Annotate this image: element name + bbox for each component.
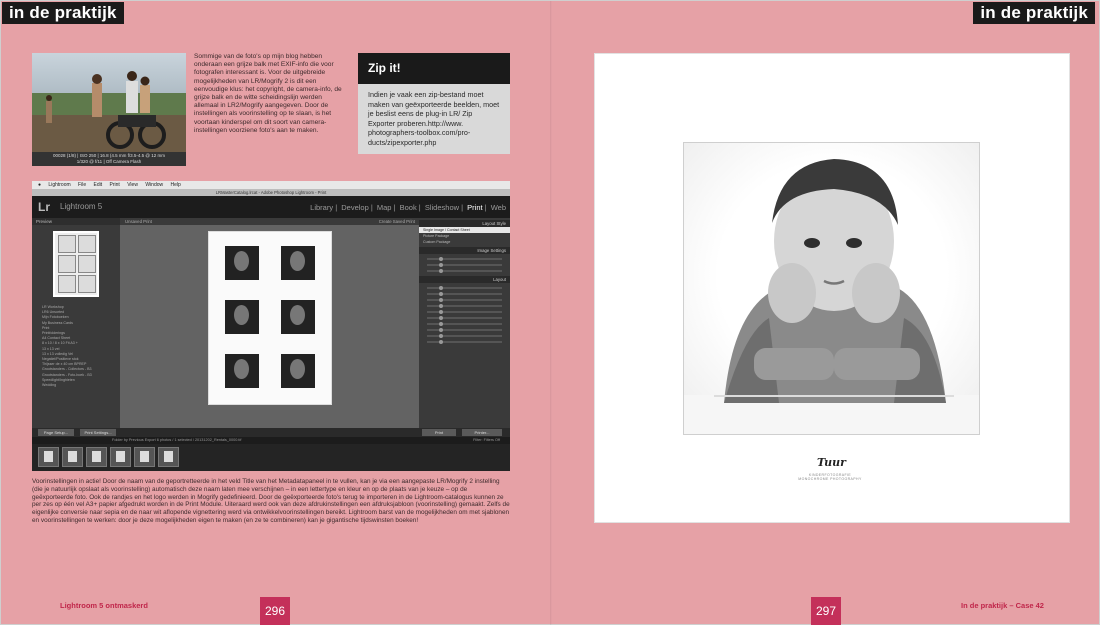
menu-help: Help (170, 182, 181, 188)
contact-sheet-page (208, 231, 332, 405)
filmstrip-thumb (134, 447, 155, 467)
filmstrip-thumb (158, 447, 179, 467)
lr-brand: Lightroom 5 (60, 202, 103, 211)
mac-menubar: ● Lightroom File Edit Print View Window … (32, 181, 510, 189)
menu-edit: Edit (93, 182, 103, 188)
module-slideshow: Slideshow (424, 203, 460, 212)
menu-view: View (127, 182, 138, 188)
grid-slider (427, 310, 502, 314)
filmstrip-thumb (86, 447, 107, 467)
template-browser: LR Workshop LR6 Unsorted Mijn Fotoboeken… (32, 305, 120, 388)
lr-bottom-toolbar: Page Setup... Print Settings... Print Pr… (32, 428, 510, 437)
menu-window: Window (145, 182, 164, 188)
filmstrip-source: Folder by Previous Export 6 photos / 1 s… (112, 438, 242, 442)
page-number-left: 296 (260, 597, 290, 625)
caption-paragraph: Voorinstellingen in actie! Door de naam … (32, 478, 510, 524)
portrait-signature: Tuur (817, 456, 846, 469)
page-gutter (550, 1, 552, 625)
menu-file: File (78, 182, 87, 188)
filmstrip-thumb (62, 447, 83, 467)
module-book: Book (399, 203, 417, 212)
lr-right-panel: Layout Style Single Image / Contact Shee… (419, 218, 510, 428)
studio-line-2: MONOCHROME PHOTOGRAPHY (798, 477, 862, 481)
window-title: LRMasterCatalog.lrcat - Adobe Photoshop … (32, 189, 510, 196)
layout-title: Layout (419, 276, 510, 283)
print-thumb (225, 300, 259, 334)
menu-lightroom: Lightroom (48, 182, 71, 188)
zip-it-sidebar: Zip it! Indien je vaak een zip-bestand m… (358, 53, 510, 154)
grid-slider (427, 316, 502, 320)
spacing-slider (427, 322, 502, 326)
exif-line-1: 00028 (1/8) | ISO 250 | 16.8 (4.5 mm f/3… (53, 153, 165, 158)
zip-it-text: Indien je vaak een zip-bestand moet make… (368, 90, 500, 147)
print-thumb (225, 354, 259, 388)
preview-panel-title: Preview (32, 218, 120, 225)
unsaved-print-label: Unsaved Print (125, 219, 152, 224)
spacing-slider (427, 328, 502, 332)
exif-bar: 00028 (1/8) | ISO 250 | 16.8 (4.5 mm f/3… (32, 152, 186, 166)
print-thumb (281, 354, 315, 388)
filmstrip-thumb (38, 447, 59, 467)
module-print: Print (467, 203, 483, 212)
print-thumb (281, 246, 315, 280)
apple-icon: ● (38, 182, 42, 188)
list-item: Wedding (42, 383, 57, 388)
canvas-title: Unsaved Print Create Saved Print (120, 218, 419, 225)
margin-slider (427, 298, 502, 302)
module-picker: Library | Develop | Map | Book | Slidesh… (310, 203, 506, 212)
margin-slider (427, 304, 502, 308)
margin-slider (427, 292, 502, 296)
setting-slider (427, 257, 502, 261)
example-photo: 00028 (1/8) | ISO 250 | 16.8 (4.5 mm f/3… (32, 53, 186, 166)
setting-slider (427, 263, 502, 267)
lr-filmstrip: Folder by Previous Export 6 photos / 1 s… (32, 437, 510, 471)
exif-line-2: 1/320 @ f/11 | Off Camera Flash (76, 158, 142, 164)
setting-slider (427, 269, 502, 273)
footer-book-title: Lightroom 5 ontmaskerd (60, 601, 148, 610)
lr-left-panel: Preview LR Workshop LR6 Unsorted Mijn Fo… (32, 218, 120, 428)
studio-credit: KINDERFOTOGRAFIE MONOCHROME PHOTOGRAPHY (791, 473, 869, 481)
page-setup-button: Page Setup... (38, 429, 74, 436)
lr-print-canvas: Unsaved Print Create Saved Print (120, 218, 419, 428)
magazine-spread: in de praktijk in de praktijk 00028 (1/8… (0, 0, 1100, 625)
section-tag-right: in de praktijk (973, 2, 1095, 24)
filmstrip-filter: Filter: Filters Off (473, 438, 500, 442)
filmstrip-info: Folder by Previous Export 6 photos / 1 s… (32, 437, 510, 444)
page-number-right: 297 (811, 597, 841, 625)
layout-preview (53, 231, 99, 297)
motorbike-photo (32, 53, 186, 152)
module-library: Library (310, 203, 334, 212)
lr-module-bar: Lr Lightroom 5 Library | Develop | Map |… (32, 196, 510, 218)
zip-it-title: Zip it! (358, 53, 510, 84)
module-map: Map (376, 203, 392, 212)
print-thumb (225, 246, 259, 280)
intro-paragraph: Sommige van de foto's op mijn blog hebbe… (194, 53, 342, 134)
section-tag-left: in de praktijk (2, 2, 124, 24)
module-develop: Develop (341, 203, 369, 212)
child-portrait-photo (683, 142, 980, 435)
cell-size-slider (427, 334, 502, 338)
create-saved-print: Create Saved Print (378, 219, 415, 224)
print-settings-button: Print Settings... (80, 429, 116, 436)
lr-logo: Lr (38, 200, 50, 214)
cell-size-slider (427, 340, 502, 344)
layout-option: Custom Package (423, 240, 451, 244)
print-thumb (281, 300, 315, 334)
image-settings-title: Image Settings (419, 247, 510, 254)
module-web: Web (490, 203, 506, 212)
printer-button: Printer... (462, 429, 502, 436)
print-button: Print (422, 429, 456, 436)
margin-slider (427, 286, 502, 290)
footer-case-title: In de praktijk – Case 42 (961, 601, 1044, 610)
lightroom-screenshot: ● Lightroom File Edit Print View Window … (32, 181, 510, 471)
filmstrip-thumb (110, 447, 131, 467)
layout-style-title: Layout Style (419, 220, 510, 227)
menu-print: Print (109, 182, 120, 188)
